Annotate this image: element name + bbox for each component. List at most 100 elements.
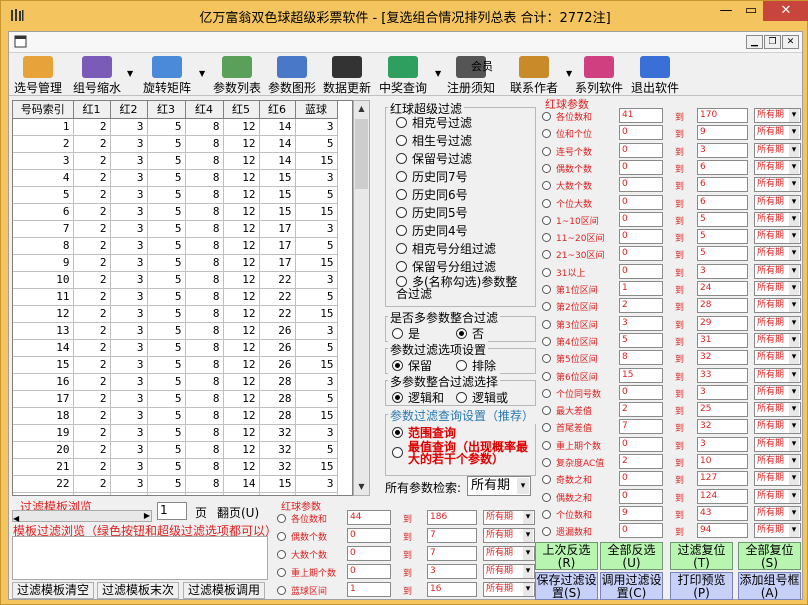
column-header[interactable]: 号码索引 bbox=[13, 101, 74, 119]
add-group-button[interactable]: 添加组号框(A) bbox=[738, 572, 801, 600]
param-max-input[interactable]: 9 bbox=[697, 125, 748, 141]
table-row[interactable]: 18 2 3 5 8 12 28 15 bbox=[13, 407, 338, 425]
param-option[interactable]: 重上期个数 bbox=[542, 439, 601, 452]
param-period-select[interactable]: 所有期 bbox=[754, 229, 801, 245]
table-row[interactable]: 8 2 3 5 8 12 17 5 bbox=[13, 237, 338, 255]
column-header[interactable]: 红3 bbox=[147, 101, 186, 119]
param-min-input[interactable]: 9 bbox=[619, 505, 663, 521]
table-row[interactable]: 20 2 3 5 8 12 32 5 bbox=[13, 441, 338, 459]
toolbar-go-button[interactable]: 退出软件 bbox=[629, 55, 681, 95]
save-filter-button[interactable]: 保存过滤设置(S) bbox=[535, 572, 598, 600]
param-period-select[interactable]: 所有期 bbox=[754, 454, 801, 469]
combination-table[interactable]: 号码索引 红1 红2 红3 红4 红5 红6 蓝球 1 2 3 5 8 12 14 3 2 2 3 5 8 12 14 5 3 2… bbox=[12, 100, 353, 496]
sub-param-min-input[interactable]: 44 bbox=[347, 510, 391, 525]
param-option[interactable]: 复杂度AC值 bbox=[542, 456, 604, 469]
red-filter-option[interactable]: 相克号过滤 bbox=[396, 114, 472, 131]
param-option[interactable]: 第4位区间 bbox=[542, 335, 598, 348]
scroll-thumb[interactable] bbox=[355, 119, 368, 189]
sub-param-max-input[interactable]: 186 bbox=[427, 510, 477, 525]
param-period-select[interactable]: 所有期 bbox=[754, 142, 801, 158]
red-filter-option[interactable]: 相克号分组过滤 bbox=[396, 240, 496, 257]
param-search-select[interactable]: 所有期 ▾ bbox=[467, 476, 531, 496]
best-query-radio[interactable]: 最值查询（出现概率最大的若干个参数） bbox=[392, 441, 532, 465]
param-option[interactable]: 第3位区间 bbox=[542, 318, 598, 331]
table-row[interactable]: 13 2 3 5 8 12 26 3 bbox=[13, 322, 338, 340]
table-row[interactable]: 10 2 3 5 8 12 22 3 bbox=[13, 271, 338, 289]
template-clear-tab[interactable]: 过滤模板清空 bbox=[12, 582, 95, 599]
toolbar-cube-button[interactable]: 组号缩水 bbox=[67, 55, 127, 95]
table-row[interactable]: 3 2 3 5 8 12 14 15 bbox=[13, 152, 338, 170]
sub-param-min-input[interactable]: 0 bbox=[347, 528, 391, 543]
param-period-select[interactable]: 所有期 bbox=[754, 384, 801, 400]
toolbar-dropdown-arrow-icon[interactable]: ▼ bbox=[199, 69, 205, 78]
param-option[interactable]: 第1位区间 bbox=[542, 283, 598, 296]
param-max-input[interactable]: 170 bbox=[697, 108, 748, 123]
all-invert-button[interactable]: 全部反选(U) bbox=[600, 542, 663, 570]
sub-param-min-input[interactable]: 0 bbox=[347, 564, 391, 579]
mdi-minimize-button[interactable]: ▁ bbox=[746, 35, 763, 49]
param-max-input[interactable]: 32 bbox=[697, 350, 748, 366]
param-min-input[interactable]: 2 bbox=[619, 402, 663, 418]
param-option[interactable]: 最大差值 bbox=[542, 404, 592, 417]
table-row[interactable]: 23235814155 bbox=[13, 492, 338, 495]
param-option[interactable]: 个位大数 bbox=[542, 197, 592, 210]
param-max-input[interactable]: 6 bbox=[697, 177, 748, 193]
param-period-select[interactable]: 所有期 bbox=[754, 263, 801, 279]
toolbar-list-button[interactable]: 参数列表 bbox=[211, 55, 263, 95]
sub-param-period-select[interactable]: 所有期 bbox=[483, 582, 535, 597]
sub-param-min-input[interactable]: 0 bbox=[347, 546, 391, 561]
prev-invert-button[interactable]: 上次反选(R) bbox=[535, 542, 598, 570]
param-period-select[interactable]: 所有期 bbox=[754, 108, 801, 123]
sub-param-min-input[interactable]: 1 bbox=[347, 582, 391, 597]
param-option[interactable]: 奇数之和 bbox=[542, 473, 592, 486]
load-filter-button[interactable]: 调用过滤设置(C) bbox=[600, 572, 663, 600]
table-row[interactable]: 21 2 3 5 8 12 32 15 bbox=[13, 458, 338, 476]
column-header[interactable]: 蓝球 bbox=[295, 101, 338, 119]
red-filter-option[interactable]: 保留号分组过滤 bbox=[396, 258, 496, 275]
toolbar-ball-button[interactable]: 中奖查询 bbox=[375, 55, 431, 95]
mdi-close-button[interactable]: ✕ bbox=[782, 35, 799, 49]
red-filter-option[interactable]: 多(名称勾选)参数整合过滤 bbox=[396, 276, 526, 300]
red-filter-option[interactable]: 历史同5号 bbox=[396, 204, 468, 221]
maximize-button[interactable]: ▭ bbox=[738, 1, 764, 21]
param-period-select[interactable]: 所有期 bbox=[754, 298, 801, 314]
param-min-input[interactable]: 0 bbox=[619, 229, 663, 245]
param-max-input[interactable]: 6 bbox=[697, 194, 748, 210]
toolbar-pc-button[interactable]: 数据更新 bbox=[321, 55, 373, 95]
param-min-input[interactable]: 0 bbox=[619, 488, 663, 504]
param-min-input[interactable]: 0 bbox=[619, 246, 663, 262]
red-filter-option[interactable]: 历史同6号 bbox=[396, 186, 468, 203]
table-row[interactable]: 22 2 3 5 8 14 15 3 bbox=[13, 475, 338, 493]
param-option[interactable]: 位和个位 bbox=[542, 127, 592, 140]
table-vertical-scrollbar[interactable]: ▲ ▼ bbox=[353, 100, 370, 496]
sub-param-period-select[interactable]: 所有期 bbox=[483, 510, 535, 525]
param-min-input[interactable]: 0 bbox=[619, 211, 663, 227]
param-max-input[interactable]: 32 bbox=[697, 419, 748, 435]
param-period-select[interactable]: 所有期 bbox=[754, 281, 801, 296]
param-min-input[interactable]: 7 bbox=[619, 419, 663, 435]
template-hscroll[interactable]: ◀ ▶ bbox=[12, 510, 152, 523]
param-max-input[interactable]: 29 bbox=[697, 315, 748, 331]
red-filter-option[interactable]: 历史同7号 bbox=[396, 168, 468, 185]
param-option[interactable]: 偶数个数 bbox=[542, 162, 592, 175]
param-min-input[interactable]: 41 bbox=[619, 108, 663, 123]
param-min-input[interactable]: 3 bbox=[619, 315, 663, 331]
param-period-select[interactable]: 所有期 bbox=[754, 159, 801, 175]
toolbar-hot-button[interactable]: 系列软件 bbox=[574, 55, 624, 95]
param-max-input[interactable]: 28 bbox=[697, 298, 748, 314]
param-option[interactable]: 个位同号数 bbox=[542, 387, 601, 400]
param-period-select[interactable]: 所有期 bbox=[754, 350, 801, 366]
param-max-input[interactable]: 33 bbox=[697, 367, 748, 383]
param-max-input[interactable]: 25 bbox=[697, 402, 748, 418]
param-min-input[interactable]: 2 bbox=[619, 298, 663, 314]
param-max-input[interactable]: 3 bbox=[697, 436, 748, 452]
sub-param-max-input[interactable]: 3 bbox=[427, 564, 477, 579]
table-row[interactable]: 6 2 3 5 8 12 15 15 bbox=[13, 203, 338, 221]
param-option[interactable]: 第6位区间 bbox=[542, 370, 598, 383]
param-min-input[interactable]: 0 bbox=[619, 142, 663, 158]
param-option[interactable]: 21~30区间 bbox=[542, 248, 604, 261]
param-min-input[interactable]: 0 bbox=[619, 436, 663, 452]
page-input[interactable]: 1 bbox=[157, 502, 187, 520]
template-list[interactable] bbox=[12, 536, 268, 580]
param-min-input[interactable]: 0 bbox=[619, 159, 663, 175]
